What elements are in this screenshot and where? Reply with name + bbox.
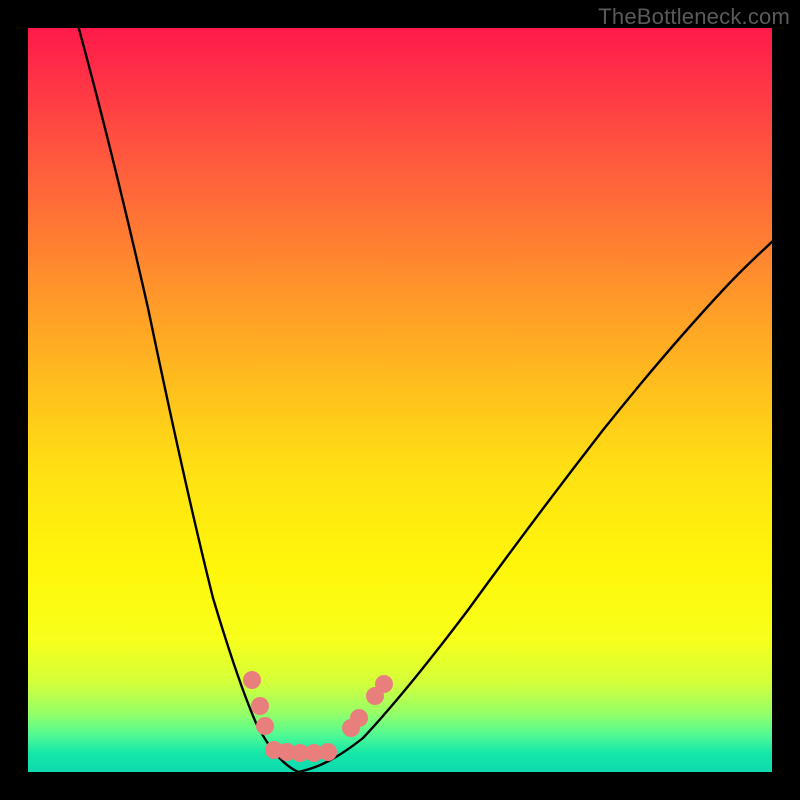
left-curve — [76, 28, 298, 772]
marker — [375, 675, 393, 693]
chart-frame: TheBottleneck.com — [0, 0, 800, 800]
marker-group — [243, 671, 393, 762]
marker — [350, 709, 368, 727]
marker — [256, 717, 274, 735]
watermark-text: TheBottleneck.com — [598, 4, 790, 30]
curve-layer — [28, 28, 772, 772]
marker — [319, 743, 337, 761]
marker — [251, 697, 269, 715]
marker — [243, 671, 261, 689]
plot-area — [28, 28, 772, 772]
